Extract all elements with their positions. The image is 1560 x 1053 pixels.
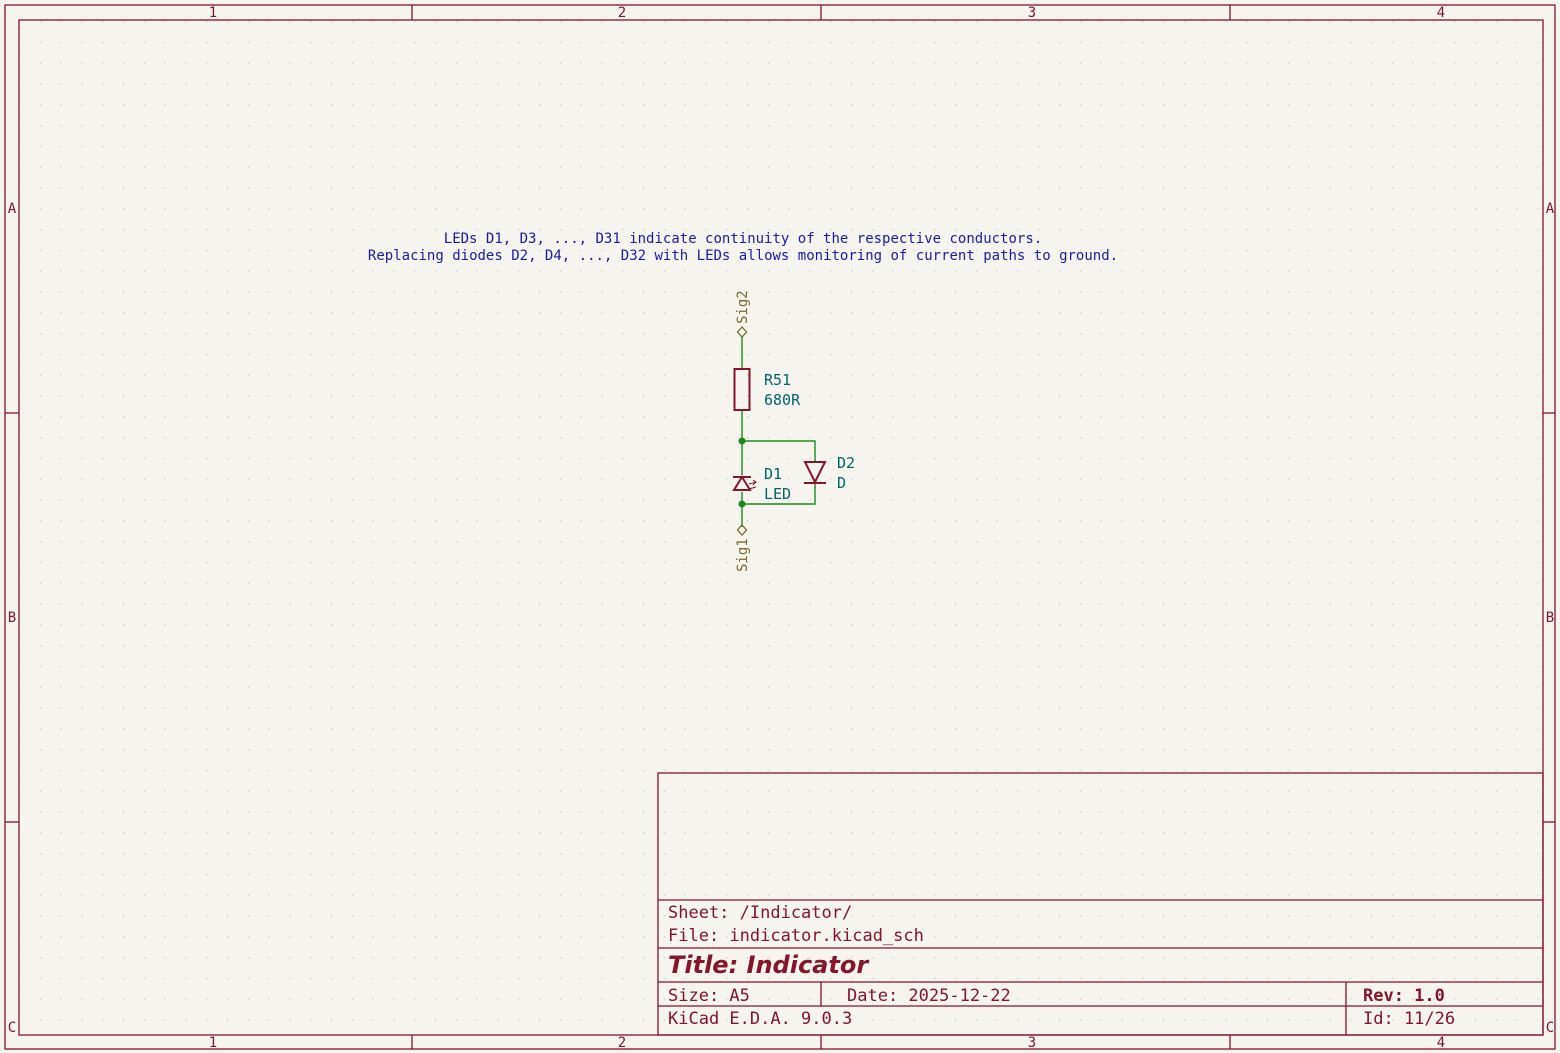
schematic-sheet: 1 2 3 4 1 2 3 4 A B C A B C LEDs D1, D3,… [4,4,1556,1051]
title-block-id: Id: 11/26 [1363,1009,1455,1029]
schematic-note-line-2: Replacing diodes D2, D4, ..., D32 with L… [368,248,1118,264]
column-label-top-3: 3 [1028,5,1036,21]
column-label-bottom-1: 1 [209,1035,217,1051]
title-block-sheet: Sheet: /Indicator/ [668,903,852,923]
title-block-size: Size: A5 [668,986,750,1006]
column-label-top-1: 1 [209,5,217,21]
sig2-label-text: Sig2 [735,290,751,324]
title-block-generator: KiCad E.D.A. 9.0.3 [668,1009,852,1029]
title-block-file: File: indicator.kicad_sch [668,926,924,946]
column-label-bottom-4: 4 [1437,1035,1445,1051]
row-label-right-a: A [1546,201,1555,217]
d2-value: D [837,474,846,492]
column-label-top-2: 2 [618,5,626,21]
row-label-left-c: C [8,1020,16,1036]
grid-background [20,21,1542,1034]
schematic-note-line-1: LEDs D1, D3, ..., D31 indicate continuit… [444,231,1042,247]
sig1-label-text: Sig1 [735,538,751,572]
title-block-title: Title: Indicator [668,951,870,979]
row-label-right-c: C [1546,1020,1554,1036]
d2-reference: D2 [837,454,855,472]
r51-value: 680R [764,391,801,409]
column-label-top-4: 4 [1437,5,1445,21]
column-label-bottom-3: 3 [1028,1035,1036,1051]
row-label-right-b: B [1546,610,1554,626]
row-label-left-a: A [8,201,17,217]
r51-reference: R51 [764,371,791,389]
column-label-bottom-2: 2 [618,1035,626,1051]
junction-dot-top [738,437,746,445]
title-block-date: Date: 2025-12-22 [847,986,1011,1006]
title-block-rev: Rev: 1.0 [1363,986,1445,1006]
row-label-left-b: B [8,610,16,626]
d1-value: LED [764,485,791,503]
junction-dot-bottom [738,500,746,508]
d1-reference: D1 [764,465,782,483]
